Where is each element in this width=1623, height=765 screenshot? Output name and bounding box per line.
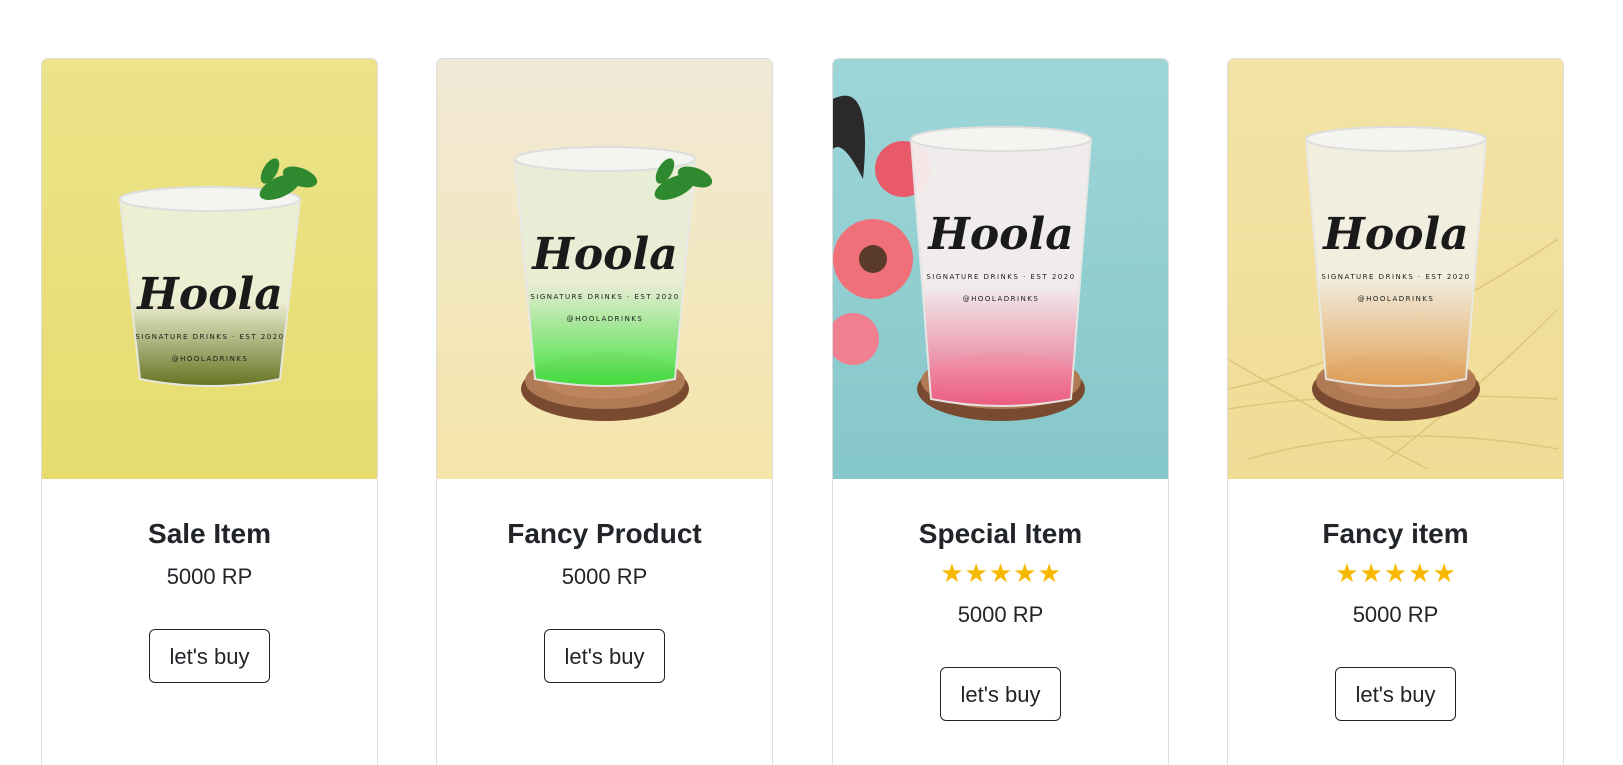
product-card: Hoola SIGNATURE DRINKS · EST 2020 @HOOLA… xyxy=(832,58,1169,765)
star-icon: ★ xyxy=(940,558,964,588)
product-image: Hoola SIGNATURE DRINKS · EST 2020 @HOOLA… xyxy=(833,59,1168,479)
star-icon: ★ xyxy=(1432,558,1456,588)
product-title: Fancy Product xyxy=(507,518,702,549)
star-icon: ★ xyxy=(1013,558,1037,588)
card-body: Fancy item ★ ★ ★ ★ ★ 5000 RP let's buy xyxy=(1228,479,1563,721)
buy-button[interactable]: let's buy xyxy=(940,667,1061,721)
product-card: Hoola SIGNATURE DRINKS · EST 2020 @HOOLA… xyxy=(436,58,773,765)
star-rating: ★ ★ ★ ★ ★ xyxy=(833,559,1168,587)
product-image: Hoola SIGNATURE DRINKS · EST 2020 @HOOLA… xyxy=(42,59,377,479)
product-price: 5000 RP xyxy=(957,602,1044,627)
svg-text:@HOOLADRINKS: @HOOLADRINKS xyxy=(567,315,644,323)
svg-text:Hoola: Hoola xyxy=(1321,209,1469,260)
product-title: Fancy item xyxy=(1322,518,1469,549)
product-price: 5000 RP xyxy=(166,564,253,589)
product-price: 5000 RP xyxy=(561,564,648,589)
svg-text:SIGNATURE DRINKS · EST 2020: SIGNATURE DRINKS · EST 2020 xyxy=(135,333,284,341)
svg-text:@HOOLADRINKS: @HOOLADRINKS xyxy=(172,355,249,363)
svg-text:SIGNATURE DRINKS · EST 2020: SIGNATURE DRINKS · EST 2020 xyxy=(926,273,1075,281)
product-image: Hoola SIGNATURE DRINKS · EST 2020 @HOOLA… xyxy=(1228,59,1563,479)
svg-text:Hoola: Hoola xyxy=(135,269,283,320)
star-icon: ★ xyxy=(1359,558,1383,588)
svg-text:SIGNATURE DRINKS · EST 2020: SIGNATURE DRINKS · EST 2020 xyxy=(1321,273,1470,281)
svg-text:Hoola: Hoola xyxy=(530,229,678,280)
star-icon: ★ xyxy=(1383,558,1408,588)
card-body: Sale Item 5000 RP let's buy xyxy=(42,479,377,683)
buy-button[interactable]: let's buy xyxy=(544,629,665,683)
buy-button[interactable]: let's buy xyxy=(149,629,270,683)
star-icon: ★ xyxy=(988,558,1013,588)
product-title: Special Item xyxy=(918,518,1083,549)
product-price: 5000 RP xyxy=(1352,602,1439,627)
star-icon: ★ xyxy=(1335,558,1359,588)
star-icon: ★ xyxy=(964,558,988,588)
star-icon: ★ xyxy=(1408,558,1432,588)
svg-text:SIGNATURE DRINKS · EST 2020: SIGNATURE DRINKS · EST 2020 xyxy=(530,293,679,301)
star-rating: ★ ★ ★ ★ ★ xyxy=(1228,559,1563,587)
buy-button[interactable]: let's buy xyxy=(1335,667,1456,721)
card-body: Special Item ★ ★ ★ ★ ★ 5000 RP let's buy xyxy=(833,479,1168,721)
product-card: Hoola SIGNATURE DRINKS · EST 2020 @HOOLA… xyxy=(41,58,378,765)
product-title: Sale Item xyxy=(148,518,271,549)
card-body: Fancy Product 5000 RP let's buy xyxy=(437,479,772,683)
svg-text:Hoola: Hoola xyxy=(926,209,1074,260)
product-card: Hoola SIGNATURE DRINKS · EST 2020 @HOOLA… xyxy=(1227,58,1564,765)
star-icon: ★ xyxy=(1037,558,1061,588)
product-row: Hoola SIGNATURE DRINKS · EST 2020 @HOOLA… xyxy=(0,0,1623,765)
svg-text:@HOOLADRINKS: @HOOLADRINKS xyxy=(1358,295,1435,303)
product-image: Hoola SIGNATURE DRINKS · EST 2020 @HOOLA… xyxy=(437,59,772,479)
svg-text:@HOOLADRINKS: @HOOLADRINKS xyxy=(963,295,1040,303)
